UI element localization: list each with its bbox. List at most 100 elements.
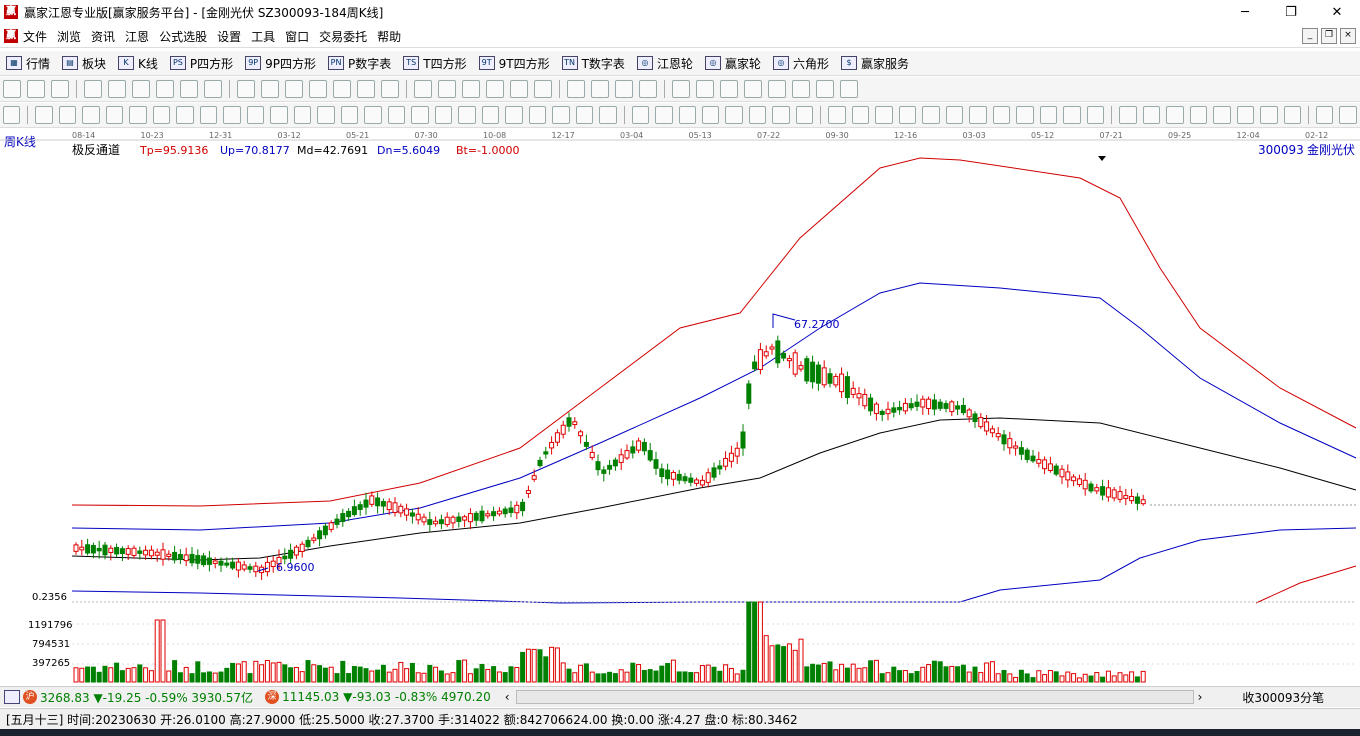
toolbar-service[interactable]: $ 赢家服务 (835, 55, 915, 72)
draw-tool-icon-55[interactable] (1339, 106, 1357, 124)
draw-tool-icon-30[interactable] (725, 106, 743, 124)
toolbar-hexagon[interactable]: ◎ 六角形 (767, 55, 835, 72)
toolbar-9p-square[interactable]: 9P 9P四方形 (239, 55, 322, 72)
draw-tool-icon-37[interactable] (898, 106, 917, 124)
toolbar-p-square[interactable]: PS P四方形 (164, 55, 239, 72)
mdi-close-icon[interactable]: × (1340, 28, 1356, 44)
menu-help[interactable]: 帮助 (372, 28, 406, 45)
chart-tool-icon-8[interactable] (204, 80, 222, 98)
draw-tool-icon-53[interactable] (1283, 106, 1302, 124)
chart-tool-icon-3[interactable] (84, 80, 102, 98)
close-icon[interactable]: ✕ (1314, 0, 1360, 24)
chart-tool-icon-19[interactable] (486, 80, 504, 98)
chart-tool-icon-25[interactable] (639, 80, 657, 98)
chart-tool-icon-20[interactable] (510, 80, 528, 98)
draw-tool-icon-47[interactable] (1142, 106, 1161, 124)
chart-tool-icon-14[interactable] (357, 80, 375, 98)
draw-tool-icon-15[interactable] (364, 106, 382, 124)
draw-tool-icon-0[interactable] (3, 106, 21, 124)
menu-settings[interactable]: 设置 (212, 28, 246, 45)
restore-icon[interactable]: ❐ (1268, 0, 1314, 24)
toolbar-sectors[interactable]: ▤ 板块 (56, 55, 112, 72)
draw-tool-icon-23[interactable] (552, 106, 570, 124)
chart-tool-icon-16[interactable] (414, 80, 432, 98)
scrollbar[interactable] (515, 690, 1194, 704)
chart-tool-icon-9[interactable] (237, 80, 255, 98)
draw-tool-icon-25[interactable] (599, 106, 617, 124)
draw-tool-icon-3[interactable] (82, 106, 100, 124)
draw-tool-icon-54[interactable] (1316, 106, 1334, 124)
chart-tool-icon-15[interactable] (381, 80, 399, 98)
draw-tool-icon-32[interactable] (772, 106, 790, 124)
draw-tool-icon-26[interactable] (631, 106, 650, 124)
draw-tool-icon-16[interactable] (387, 106, 406, 124)
menu-news[interactable]: 资讯 (86, 28, 120, 45)
scroll-right-icon[interactable]: › (1198, 690, 1203, 704)
draw-tool-icon-51[interactable] (1236, 106, 1255, 124)
draw-tool-icon-13[interactable] (317, 106, 335, 124)
chart-tool-icon-32[interactable] (816, 80, 834, 98)
chart-tool-icon-30[interactable] (768, 80, 786, 98)
draw-tool-icon-34[interactable] (828, 106, 846, 124)
draw-tool-icon-29[interactable] (701, 106, 720, 124)
draw-tool-icon-49[interactable] (1189, 106, 1208, 124)
menu-browse[interactable]: 浏览 (52, 28, 86, 45)
chart-tool-icon-27[interactable] (696, 80, 714, 98)
draw-tool-icon-17[interactable] (411, 106, 429, 124)
chart-tool-icon-6[interactable] (156, 80, 174, 98)
draw-tool-icon-22[interactable] (528, 106, 547, 124)
draw-tool-icon-1[interactable] (35, 106, 53, 124)
toolbar-t-number[interactable]: TN T数字表 (556, 55, 631, 72)
draw-tool-icon-10[interactable] (246, 106, 265, 124)
draw-tool-icon-12[interactable] (293, 106, 312, 124)
draw-tool-icon-36[interactable] (875, 106, 893, 124)
chart-tool-icon-7[interactable] (180, 80, 198, 98)
chart-tool-icon-11[interactable] (285, 80, 303, 98)
chart-tool-icon-4[interactable] (108, 80, 126, 98)
chart-tool-icon-18[interactable] (462, 80, 480, 98)
toolbar-9t-square[interactable]: 9T 9T四方形 (473, 55, 556, 72)
menu-tools[interactable]: 工具 (246, 28, 280, 45)
draw-tool-icon-48[interactable] (1166, 106, 1184, 124)
chart-tool-icon-33[interactable] (840, 80, 858, 98)
menu-window[interactable]: 窗口 (280, 28, 314, 45)
menu-gann[interactable]: 江恩 (120, 28, 154, 45)
draw-tool-icon-4[interactable] (105, 106, 124, 124)
draw-tool-icon-2[interactable] (58, 106, 77, 124)
draw-tool-icon-28[interactable] (678, 106, 696, 124)
draw-tool-icon-41[interactable] (992, 106, 1011, 124)
toolbar-winner-wheel[interactable]: ◎ 赢家轮 (699, 55, 767, 72)
toolbar-gann-wheel[interactable]: ◎ 江恩轮 (631, 55, 699, 72)
chart-tool-icon-28[interactable] (720, 80, 738, 98)
draw-tool-icon-21[interactable] (505, 106, 523, 124)
draw-tool-icon-24[interactable] (575, 106, 594, 124)
draw-tool-icon-6[interactable] (152, 106, 171, 124)
draw-tool-icon-20[interactable] (481, 106, 500, 124)
draw-tool-icon-11[interactable] (270, 106, 288, 124)
chart-tool-icon-10[interactable] (261, 80, 279, 98)
chart-tool-icon-12[interactable] (309, 80, 327, 98)
menu-trade[interactable]: 交易委托 (314, 28, 372, 45)
draw-tool-icon-35[interactable] (851, 106, 870, 124)
mdi-minimize-icon[interactable]: _ (1302, 28, 1318, 44)
toolbar-kline[interactable]: K K线 (112, 55, 164, 72)
draw-tool-icon-19[interactable] (458, 106, 476, 124)
draw-tool-icon-38[interactable] (922, 106, 940, 124)
draw-tool-icon-31[interactable] (748, 106, 767, 124)
draw-tool-icon-46[interactable] (1119, 106, 1137, 124)
draw-tool-icon-44[interactable] (1063, 106, 1081, 124)
minimize-icon[interactable]: ─ (1222, 0, 1268, 24)
chart-tool-icon-22[interactable] (567, 80, 585, 98)
grid-icon[interactable] (4, 690, 20, 704)
draw-tool-icon-50[interactable] (1213, 106, 1231, 124)
chart-tool-icon-1[interactable] (27, 80, 45, 98)
mdi-restore-icon[interactable]: ❐ (1321, 28, 1337, 44)
kline-chart[interactable]: 周K线 极反通道 Tp=95.9136 Up=70.8177 Md=42.769… (0, 128, 1360, 684)
chart-area[interactable]: 周K线 极反通道 Tp=95.9136 Up=70.8177 Md=42.769… (0, 128, 1360, 684)
toolbar-p-number[interactable]: PN P数字表 (322, 55, 397, 72)
chart-tool-icon-17[interactable] (438, 80, 456, 98)
menu-formula[interactable]: 公式选股 (154, 28, 212, 45)
draw-tool-icon-45[interactable] (1086, 106, 1105, 124)
draw-tool-icon-5[interactable] (129, 106, 147, 124)
chart-tool-icon-13[interactable] (333, 80, 351, 98)
